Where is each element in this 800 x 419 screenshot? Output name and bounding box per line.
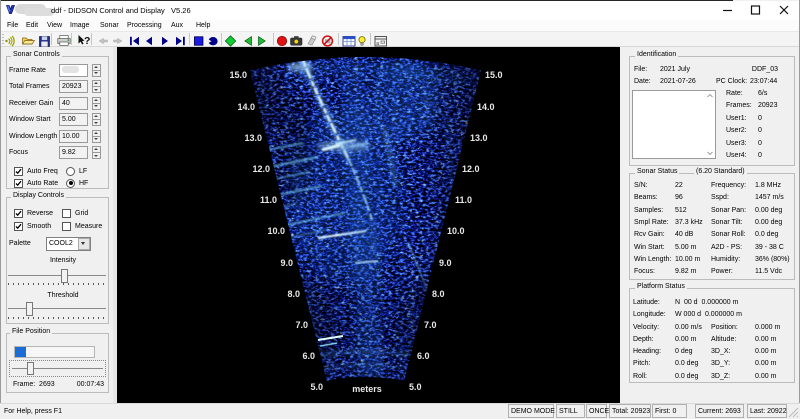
svg-text:13.0: 13.0	[244, 133, 262, 143]
svg-text:7.0: 7.0	[295, 320, 308, 330]
svg-text:11.0: 11.0	[260, 195, 277, 205]
svg-text:5.0: 5.0	[310, 382, 323, 392]
svg-text:10.0: 10.0	[267, 226, 285, 236]
svg-text:14.0: 14.0	[237, 102, 255, 112]
svg-text:10.0: 10.0	[447, 226, 465, 236]
svg-text:15.0: 15.0	[229, 70, 247, 80]
svg-text:12.0: 12.0	[462, 164, 480, 174]
svg-text:15.0: 15.0	[485, 70, 503, 80]
svg-text:7.0: 7.0	[424, 320, 437, 330]
svg-text:?: ?	[84, 35, 90, 47]
svg-text:5.0: 5.0	[409, 382, 422, 392]
svg-text:9.0: 9.0	[280, 258, 293, 268]
svg-text:meters: meters	[352, 384, 382, 394]
svg-text:6.0: 6.0	[302, 351, 315, 361]
svg-text:13.0: 13.0	[470, 133, 488, 143]
svg-text:9.0: 9.0	[439, 258, 452, 268]
svg-text:11.0: 11.0	[455, 195, 472, 205]
svg-text:8.0: 8.0	[287, 289, 300, 299]
svg-text:14.0: 14.0	[477, 102, 495, 112]
svg-text:12.0: 12.0	[252, 164, 270, 174]
svg-text:8.0: 8.0	[432, 289, 445, 299]
svg-text:6.0: 6.0	[417, 351, 430, 361]
